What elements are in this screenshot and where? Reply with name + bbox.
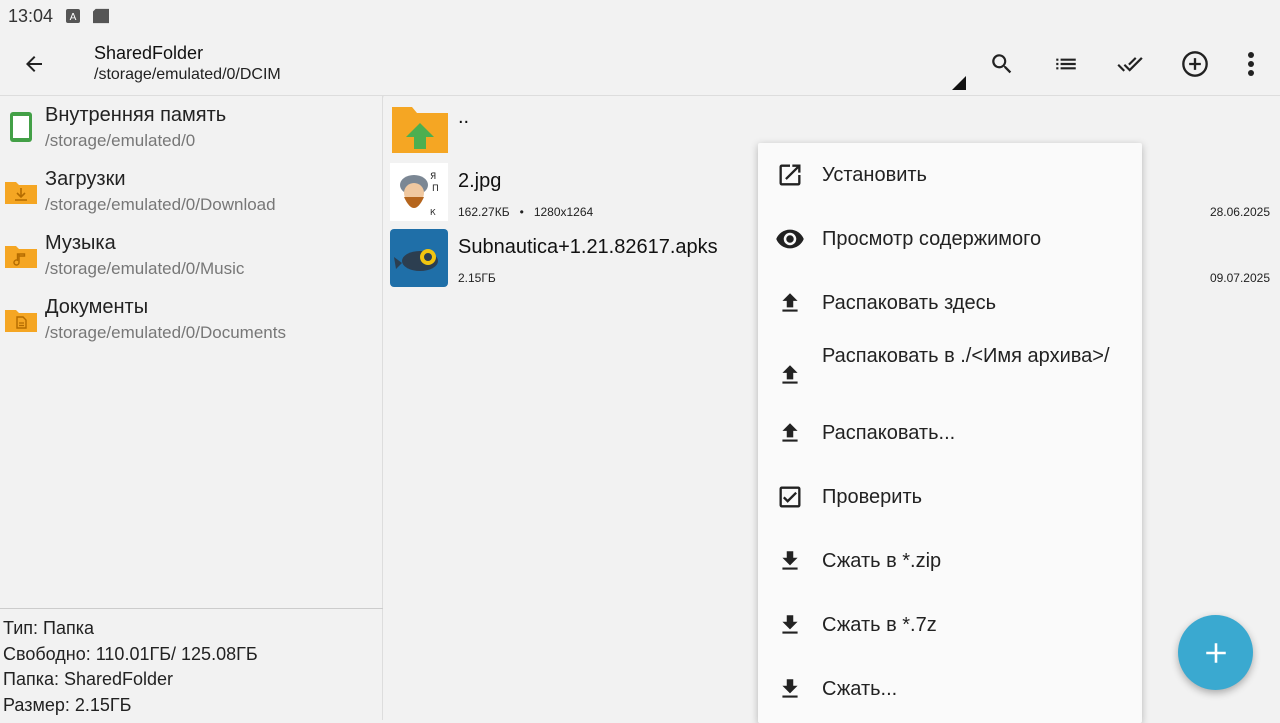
file-size: 162.27КБ [458,205,510,219]
meta-separator: • [519,205,524,219]
arrow-back-icon [26,56,42,72]
menu-item-install[interactable]: Установить [758,143,1142,207]
menu-item-label: Сжать в *.zip [822,550,942,572]
download-folder-icon [5,182,37,204]
page-title: SharedFolder [94,43,204,63]
download-icon [775,674,805,704]
file-meta: 162.27КБ • 1280x1264 [458,205,593,219]
more-vert-icon [1248,52,1254,76]
info-free-space: Свободно: 110.01ГБ/ 125.08ГБ [3,643,258,664]
sidebar-item-internal-storage[interactable]: Внутренняя память /storage/emulated/0 [0,96,383,160]
file-name: 2.jpg [458,170,502,192]
sidebar-item-label: Загрузки [45,168,126,190]
info-size: Размер: 2.15ГБ [3,694,132,715]
upload-icon [775,418,805,448]
list-view-icon [1056,58,1076,70]
menu-item-label: Распаковать в ./<Имя архива>/ [822,345,1110,367]
sidebar: Внутренняя память /storage/emulated/0 За… [0,96,383,720]
current-path: /storage/emulated/0/DCIM [94,66,281,83]
sidebar-item-path: /storage/emulated/0/Music [45,259,245,278]
path-dropdown-icon[interactable] [952,76,966,90]
download-icon [775,610,805,640]
info-folder: Папка: SharedFolder [3,669,174,689]
eye-icon [775,224,805,254]
select-all-icon [1117,57,1143,72]
download-icon [775,546,805,576]
file-name: Subnautica+1.21.82617.apks [458,236,718,258]
file-date: 09.07.2025 [1209,271,1270,285]
file-name: .. [458,106,470,128]
keyboard-a-icon: A [65,8,81,24]
sidebar-item-label: Внутренняя память [45,104,227,126]
menu-item-label: Сжать в *.7z [822,614,937,636]
menu-item-extract[interactable]: Распаковать... [758,401,1142,465]
menu-item-label: Установить [822,164,927,186]
sidebar-item-label: Музыка [45,232,116,254]
menu-item-label: Сжать... [822,678,898,700]
image-thumbnail: Я П К [390,163,448,221]
menu-item-extract-here[interactable]: Распаковать здесь [758,271,1142,335]
sd-card-icon [93,8,110,24]
upload-icon [775,360,805,390]
info-type: Тип: Папка [3,618,94,638]
menu-item-compress[interactable]: Сжать... [758,657,1142,721]
plus-icon [1205,642,1226,663]
menu-item-label: Проверить [822,486,923,508]
select-all-button[interactable] [1108,42,1152,86]
upload-icon [775,288,805,318]
search-button[interactable] [980,42,1024,86]
svg-text:Я: Я [430,172,436,182]
menu-item-label: Распаковать здесь [822,292,997,314]
sidebar-item-path: /storage/emulated/0/Documents [45,323,286,342]
list-view-button[interactable] [1044,42,1088,86]
phone-storage-icon [10,112,32,142]
file-dimensions: 1280x1264 [533,205,594,219]
apk-thumbnail [390,229,448,287]
add-circle-icon [1182,51,1208,77]
svg-text:П: П [432,184,439,194]
parent-folder-icon [392,107,448,153]
file-date: 28.06.2025 [1209,205,1270,219]
add-button[interactable] [1173,42,1217,86]
documents-folder-icon [5,310,37,332]
sidebar-item-documents[interactable]: Документы /storage/emulated/0/Documents [0,288,383,352]
more-options-button[interactable] [1229,42,1273,86]
menu-item-label: Распаковать... [822,422,956,444]
file-size: 2.15ГБ [458,271,496,285]
status-bar: 13:04 A [0,0,1280,32]
toolbar: SharedFolder /storage/emulated/0/DCIM [0,32,1280,96]
back-button[interactable] [14,44,54,84]
music-folder-icon [5,246,37,268]
menu-item-compress-zip[interactable]: Сжать в *.zip [758,529,1142,593]
menu-item-label: Просмотр содержимого [822,228,1042,250]
context-menu: Установить Просмотр содержимого Распаков… [758,143,1142,723]
sidebar-item-downloads[interactable]: Загрузки /storage/emulated/0/Download [0,160,383,224]
add-fab-button[interactable] [1178,615,1253,690]
sidebar-item-music[interactable]: Музыка /storage/emulated/0/Music [0,224,383,288]
sidebar-item-label: Документы [45,296,149,318]
sidebar-item-path: /storage/emulated/0/Download [45,195,276,214]
folder-info-panel: Тип: Папка Свободно: 110.01ГБ/ 125.08ГБ … [0,608,383,720]
menu-item-view-contents[interactable]: Просмотр содержимого [758,207,1142,271]
checkbox-icon [775,482,805,512]
title-block: SharedFolder /storage/emulated/0/DCIM [94,42,281,86]
open-external-icon [775,160,805,190]
sidebar-item-path: /storage/emulated/0 [45,131,196,150]
search-icon [992,54,1012,74]
menu-item-compress-7z[interactable]: Сжать в *.7z [758,593,1142,657]
svg-text:К: К [430,208,436,217]
status-time: 13:04 [8,5,54,26]
svg-text:A: A [70,12,77,23]
menu-item-verify[interactable]: Проверить [758,465,1142,529]
